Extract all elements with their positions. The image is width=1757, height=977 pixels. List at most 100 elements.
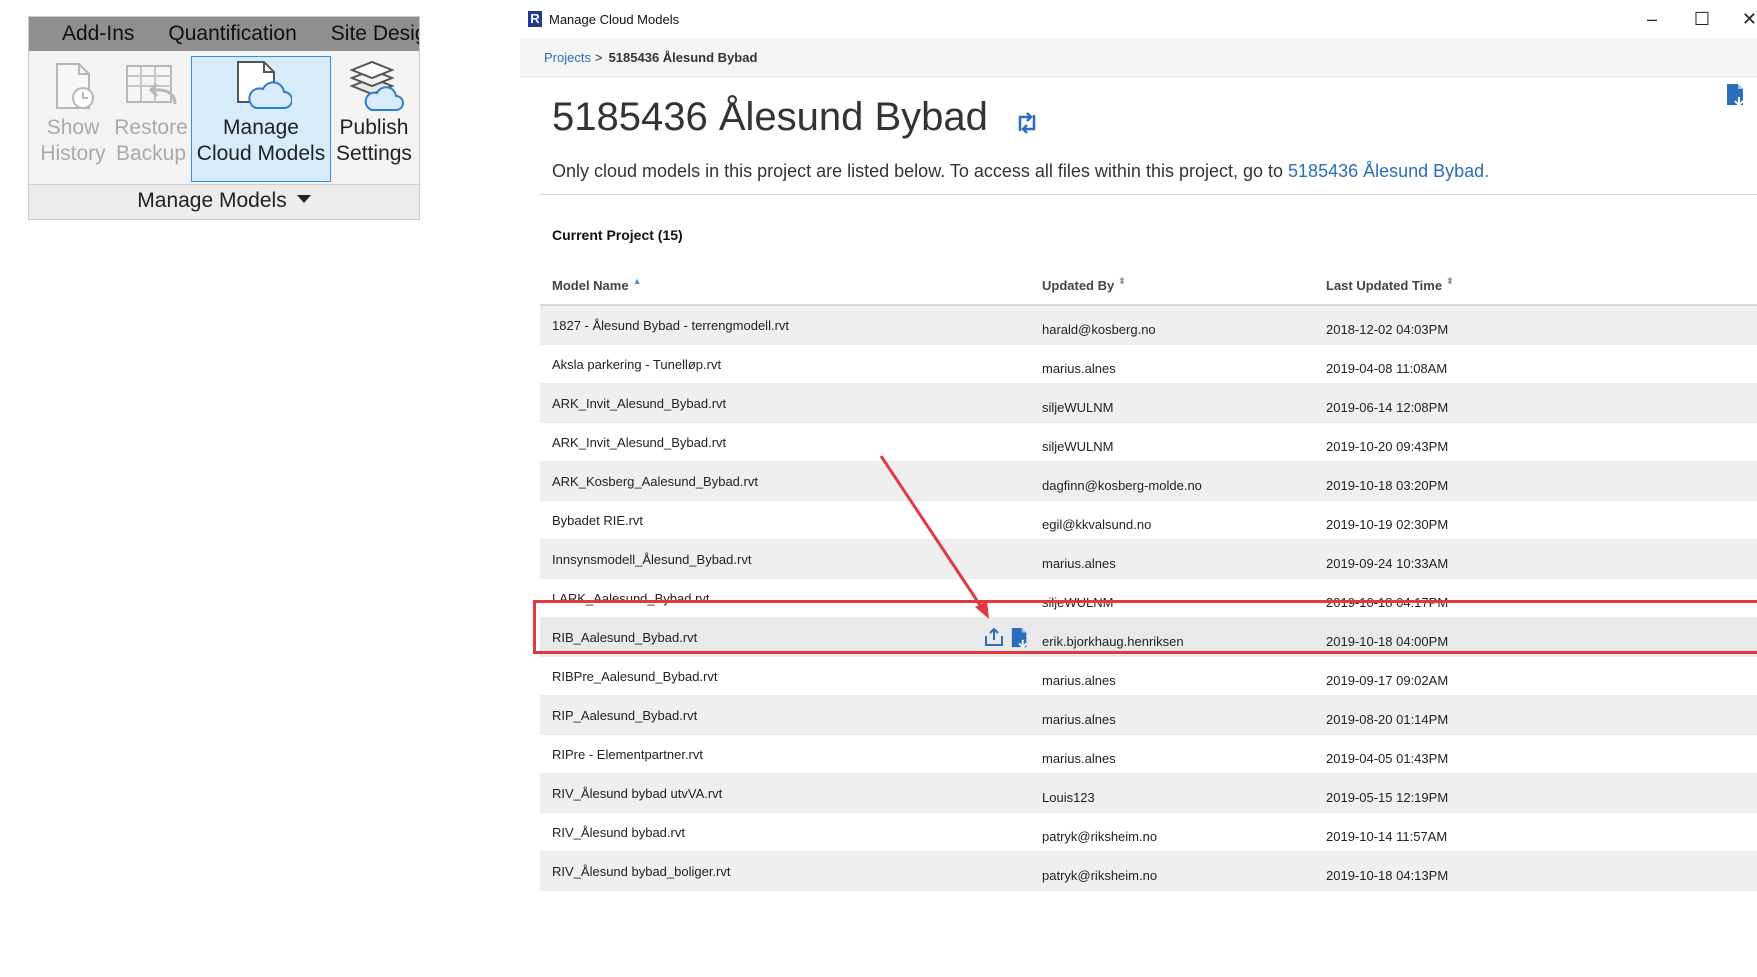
- last-updated-cell: 2019-04-08 11:08AM: [1326, 361, 1448, 376]
- column-label: Updated By: [1042, 278, 1115, 293]
- window-title: Manage Cloud Models: [549, 11, 680, 27]
- show-history-icon: [51, 57, 95, 115]
- window-titlebar: R Manage Cloud Models – ☐ ✕: [520, 0, 1757, 38]
- tab-add-ins[interactable]: Add-Ins: [29, 22, 148, 46]
- tab-quantification[interactable]: Quantification: [148, 22, 310, 46]
- updated-by-cell: marius.alnes: [1042, 556, 1116, 571]
- header-divider: [540, 194, 1757, 195]
- updated-by-cell: patryk@riksheim.no: [1042, 868, 1158, 883]
- updated-by-cell: siljeWULNM: [1042, 400, 1114, 415]
- maximize-icon[interactable]: ☐: [1677, 9, 1727, 30]
- table-row[interactable]: RIV_Ålesund bybad_boliger.rvt patryk@riks…: [540, 852, 1757, 891]
- table-row[interactable]: RIP_Aalesund_Bybad.rvt marius.alnes 2019-0…: [540, 696, 1757, 735]
- last-updated-cell: 2019-10-20 09:43PM: [1326, 439, 1449, 454]
- model-name-cell: ARK_Kosberg_Aalesund_Bybad.rvt: [552, 474, 758, 489]
- table-row[interactable]: Aksla parkering - Tunelløp.rvt marius.aln…: [540, 345, 1757, 384]
- manage-models-panel-title[interactable]: Manage Models: [29, 184, 419, 219]
- sort-icon: ⬍: [1446, 276, 1454, 286]
- model-name-cell: RIV_Ålesund bybad_boliger.rvt: [552, 864, 731, 879]
- table-row[interactable]: 1827 - Ålesund Bybad - terrengmodell.rvt…: [540, 306, 1757, 345]
- manage-cloud-models-label: Manage Cloud Models: [196, 116, 326, 165]
- sort-icon: ⬍: [1118, 276, 1126, 286]
- restore-backup-icon: [123, 57, 179, 115]
- section-title: Current Project (15): [552, 227, 683, 243]
- model-name-cell: RIV_Ålesund bybad utvVA.rvt: [552, 786, 723, 801]
- table-row[interactable]: RIV_Ålesund bybad utvVA.rvt Louis123 2019-…: [540, 774, 1757, 813]
- table-row[interactable]: ARK_Invit_Alesund_Bybad.rvt siljeWULNM 201…: [540, 423, 1757, 462]
- table-row[interactable]: ARK_Invit_Alesund_Bybad.rvt siljeWULNM 201…: [540, 384, 1757, 423]
- model-name-cell: RIV_Ålesund bybad.rvt: [552, 825, 685, 840]
- chevron-down-icon: [296, 195, 311, 204]
- updated-by-cell: marius.alnes: [1042, 361, 1116, 376]
- panel-title-label: Manage Models: [137, 189, 287, 212]
- publish-settings-button[interactable]: Publish Settings: [333, 57, 415, 181]
- table-row[interactable]: RIBPre_Aalesund_Bybad.rvt marius.alnes 201…: [540, 657, 1757, 696]
- last-updated-cell: 2019-10-18 04:17PM: [1326, 595, 1449, 610]
- table-row[interactable]: ARK_Kosberg_Aalesund_Bybad.rvt dagfinn@ko…: [540, 462, 1757, 501]
- tab-site-design[interactable]: Site Desig: [311, 22, 419, 46]
- updated-by-cell: patryk@riksheim.no: [1042, 829, 1158, 844]
- model-name-cell: Aksla parkering - Tunelløp.rvt: [552, 357, 722, 372]
- last-updated-cell: 2019-08-20 01:14PM: [1326, 712, 1449, 727]
- updated-by-cell: marius.alnes: [1042, 751, 1116, 766]
- page-title: 5185436 Ålesund Bybad: [552, 95, 988, 139]
- last-updated-cell: 2019-10-19 02:30PM: [1326, 517, 1449, 532]
- minimize-icon[interactable]: –: [1627, 9, 1677, 30]
- publish-upload-icon[interactable]: [984, 627, 1004, 652]
- model-name-cell: ARK_Invit_Alesund_Bybad.rvt: [552, 435, 727, 450]
- model-name-cell: RIP_Aalesund_Bybad.rvt: [552, 708, 698, 723]
- model-name-cell: RIB_Aalesund_Bybad.rvt: [552, 630, 698, 645]
- column-label: Last Updated Time: [1326, 278, 1443, 293]
- close-icon[interactable]: ✕: [1727, 9, 1757, 30]
- breadcrumb: Projects > 5185436 Ålesund Bybad: [520, 38, 1757, 77]
- model-name-cell: LARK_Aalesund_Bybad.rvt: [552, 591, 710, 606]
- ribbon-buttons: Show History Restore Backup Manage Cloud…: [29, 51, 419, 185]
- sort-ascending-icon: ▲: [632, 276, 642, 286]
- column-label: Model Name: [552, 278, 629, 293]
- table-row[interactable]: RIPre - Elementpartner.rvt marius.alnes 20…: [540, 735, 1757, 774]
- restore-backup-button[interactable]: Restore Backup: [113, 57, 189, 181]
- ribbon-tab-bar: Add-Ins Quantification Site Desig: [29, 17, 419, 51]
- window-controls: – ☐ ✕: [1627, 0, 1757, 38]
- updated-by-cell: erik.bjorkhaug.henriksen: [1042, 634, 1184, 649]
- column-header-updated-by[interactable]: Updated By ⬍: [1042, 276, 1126, 293]
- breadcrumb-separator: >: [594, 49, 603, 65]
- info-text-body: Only cloud models in this project are li…: [552, 161, 1289, 181]
- updated-by-cell: dagfinn@kosberg-molde.no: [1042, 478, 1202, 493]
- updated-by-cell: egil@kkvalsund.no: [1042, 517, 1152, 532]
- table-body: 1827 - Ålesund Bybad - terrengmodell.rvt…: [540, 306, 1757, 891]
- breadcrumb-current: 5185436 Ålesund Bybad: [608, 49, 758, 65]
- table-row[interactable]: LARK_Aalesund_Bybad.rvt siljeWULNM 2019-10…: [540, 579, 1757, 618]
- last-updated-cell: 2019-04-05 01:43PM: [1326, 751, 1449, 766]
- project-files-link[interactable]: 5185436 Ålesund Bybad: [1288, 161, 1484, 181]
- column-header-last-updated[interactable]: Last Updated Time ⬍: [1326, 276, 1454, 293]
- breadcrumb-projects-link[interactable]: Projects: [544, 50, 591, 65]
- updated-by-cell: marius.alnes: [1042, 712, 1116, 727]
- refresh-icon[interactable]: [1014, 111, 1040, 140]
- last-updated-cell: 2018-12-02 04:03PM: [1326, 322, 1449, 337]
- updated-by-cell: marius.alnes: [1042, 673, 1116, 688]
- row-actions: [984, 627, 1030, 652]
- file-download-icon[interactable]: [1725, 83, 1747, 112]
- model-name-cell: 1827 - Ålesund Bybad - terrengmodell.rvt: [552, 318, 790, 333]
- last-updated-cell: 2019-10-18 04:00PM: [1326, 634, 1449, 649]
- table-row[interactable]: RIB_Aalesund_Bybad.rvt erik.bjorkhaug.hen…: [540, 618, 1757, 657]
- revit-app-icon: R: [528, 11, 542, 27]
- ribbon-panel: Add-Ins Quantification Site Desig Show Hi…: [28, 16, 420, 220]
- table-row[interactable]: RIV_Ålesund bybad.rvt patryk@riksheim.no 2…: [540, 813, 1757, 852]
- publish-settings-label: Publish Settings: [336, 116, 412, 165]
- show-history-button[interactable]: Show History: [37, 57, 109, 181]
- file-download-icon[interactable]: [1010, 627, 1030, 652]
- last-updated-cell: 2019-10-18 04:13PM: [1326, 868, 1449, 883]
- column-header-model-name[interactable]: Model Name ▲: [552, 276, 642, 293]
- manage-cloud-models-button[interactable]: Manage Cloud Models: [191, 56, 331, 182]
- manage-cloud-models-dialog: R Manage Cloud Models – ☐ ✕ Projects > 5…: [520, 0, 1757, 977]
- model-name-cell: RIBPre_Aalesund_Bybad.rvt: [552, 669, 718, 684]
- table-row[interactable]: Bybadet RIE.rvt egil@kkvalsund.no 2019-10-…: [540, 501, 1757, 540]
- updated-by-cell: siljeWULNM: [1042, 595, 1114, 610]
- model-name-cell: ARK_Invit_Alesund_Bybad.rvt: [552, 396, 727, 411]
- table-row[interactable]: Innsynsmodell_Ålesund_Bybad.rvt marius.al…: [540, 540, 1757, 579]
- last-updated-cell: 2019-05-15 12:19PM: [1326, 790, 1449, 805]
- model-name-cell: Bybadet RIE.rvt: [552, 513, 644, 528]
- last-updated-cell: 2019-09-17 09:02AM: [1326, 673, 1449, 688]
